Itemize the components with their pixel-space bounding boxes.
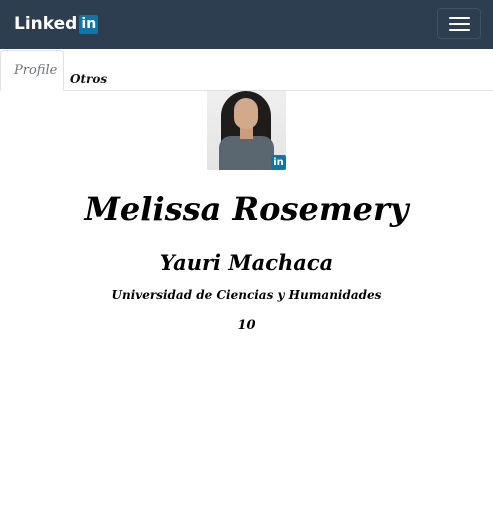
avatar-body [219, 136, 274, 170]
hamburger-menu-icon-bar [448, 16, 470, 19]
top-navbar: Linked in [0, 0, 493, 49]
linkedin-badge-icon[interactable]: in [271, 155, 286, 170]
hamburger-menu-icon-bar [448, 22, 470, 25]
profile-university: Universidad de Ciencias y Humanidades [111, 288, 382, 302]
profile-last-names: Yauri Machaca [159, 250, 334, 275]
brand-text: Linked [14, 14, 78, 34]
profile-score: 10 [237, 318, 256, 333]
linkedin-logo[interactable]: Linked in [14, 13, 99, 35]
profile-avatar: in [207, 91, 286, 170]
hamburger-menu-button[interactable] [437, 8, 481, 39]
linkedin-in-icon: in [79, 14, 99, 34]
avatar-face [234, 98, 258, 129]
tab-profile[interactable]: Profile [0, 50, 64, 91]
tab-bar: Profile Otros [0, 49, 493, 91]
profile-first-names: Melissa Rosemery [84, 190, 409, 228]
hamburger-menu-icon-bar [448, 28, 470, 31]
tab-otros[interactable]: Otros [70, 72, 107, 86]
